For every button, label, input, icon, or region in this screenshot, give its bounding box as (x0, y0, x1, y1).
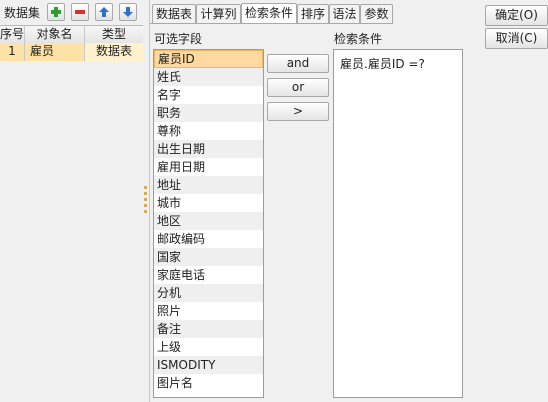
ok-button[interactable]: 确定(O) (485, 5, 548, 26)
tab-datatable[interactable]: 数据表 (152, 4, 196, 23)
field-item[interactable]: 雇员ID (154, 50, 263, 68)
available-fields-label: 可选字段 (154, 32, 203, 46)
field-item[interactable]: 雇用日期 (154, 158, 263, 176)
field-item[interactable]: 家庭电话 (154, 266, 263, 284)
move-up-button[interactable] (95, 3, 113, 21)
tab-syntax[interactable]: 语法 (329, 4, 360, 23)
field-item[interactable]: 备注 (154, 320, 263, 338)
or-button[interactable]: or (267, 78, 329, 97)
field-item[interactable]: 城市 (154, 194, 263, 212)
splitter-grip (144, 192, 147, 195)
tab-baseline (150, 23, 393, 24)
search-condition-text: 雇员.雇员ID =? (340, 57, 425, 71)
add-icon (51, 7, 61, 17)
dataset-title: 数据集 (4, 6, 41, 20)
add-button[interactable] (47, 3, 65, 21)
move-down-button[interactable] (119, 3, 137, 21)
field-item[interactable]: 国家 (154, 248, 263, 266)
field-item[interactable]: 出生日期 (154, 140, 263, 158)
available-fields-list[interactable]: 雇员ID 姓氏 名字 职务 尊称 出生日期 雇用日期 地址 城市 地区 邮政编码… (153, 49, 264, 398)
field-item[interactable]: 地址 (154, 176, 263, 194)
row-type: 数据表 (85, 43, 143, 61)
field-item[interactable]: 地区 (154, 212, 263, 230)
splitter-grip (144, 198, 147, 201)
field-item[interactable]: ISMODITY (154, 356, 263, 374)
field-item[interactable]: 图片名 (154, 374, 263, 392)
remove-button[interactable] (71, 3, 89, 21)
tab-sort[interactable]: 排序 (297, 4, 329, 23)
dataset-table-header: 序号 对象名 类型 (0, 25, 143, 45)
insert-field-button[interactable]: > (267, 102, 329, 121)
tab-computed-columns[interactable]: 计算列 (196, 4, 241, 23)
tab-search-conditions[interactable]: 检索条件 (241, 3, 297, 24)
divider (149, 0, 150, 402)
field-item[interactable]: 邮政编码 (154, 230, 263, 248)
field-item[interactable]: 姓氏 (154, 68, 263, 86)
and-button[interactable]: and (267, 54, 329, 73)
column-header-index[interactable]: 序号 (0, 26, 25, 44)
field-item[interactable]: 分机 (154, 284, 263, 302)
splitter-grip (144, 210, 147, 213)
row-object-name: 雇员 (25, 43, 85, 61)
splitter-grip (144, 204, 147, 207)
move-down-icon (123, 7, 133, 17)
field-item[interactable]: 职务 (154, 104, 263, 122)
remove-icon (75, 10, 85, 14)
field-item[interactable]: 上级 (154, 338, 263, 356)
cancel-button[interactable]: 取消(C) (485, 28, 548, 49)
field-item[interactable]: 尊称 (154, 122, 263, 140)
row-index: 1 (0, 43, 25, 61)
field-item[interactable]: 照片 (154, 302, 263, 320)
field-item[interactable]: 名字 (154, 86, 263, 104)
move-up-icon (99, 7, 109, 17)
column-header-type[interactable]: 类型 (85, 26, 143, 44)
search-condition-label: 检索条件 (334, 32, 383, 46)
search-condition-editor[interactable]: 雇员.雇员ID =? (333, 49, 463, 398)
column-header-name[interactable]: 对象名 (25, 26, 85, 44)
table-row[interactable]: 1 雇员 数据表 (0, 43, 143, 61)
splitter-grip (144, 186, 147, 189)
tab-parameters[interactable]: 参数 (360, 4, 393, 23)
